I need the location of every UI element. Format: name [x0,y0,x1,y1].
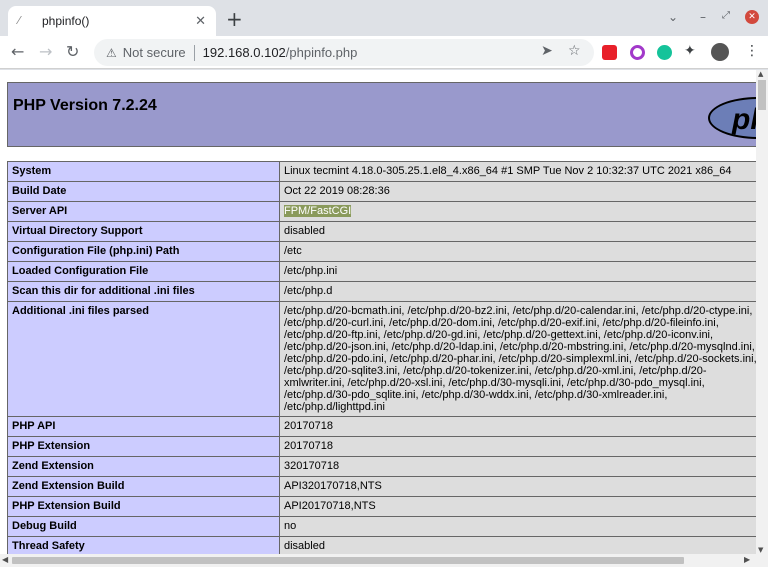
php-logo-text: php [732,103,756,136]
table-row: PHP API 20170718 [7,416,756,437]
table-row: Additional .ini files parsed/etc/php.d/2… [7,301,756,417]
window-close-icon[interactable]: ✕ [745,10,759,24]
row-value: Oct 22 2019 08:28:36 [279,181,756,202]
warning-icon[interactable]: ⚠ [106,46,117,60]
row-value: /etc/php.ini [279,261,756,282]
table-row: PHP Extension 20170718 [7,436,756,457]
row-key: Zend Extension Build [7,476,280,497]
row-value: Linux tecmint 4.18.0-305.25.1.el8_4.x86_… [279,161,756,182]
row-key: Server API [7,201,280,222]
table-row: Virtual Directory Support disabled [7,221,756,242]
menu-kebab-icon[interactable]: ⋮ [745,43,759,59]
row-key: Additional .ini files parsed [7,301,280,417]
row-value: no [279,516,756,537]
tab-search-icon[interactable]: ⌄ [668,10,678,24]
row-value: 20170718 [279,436,756,457]
table-row: Configuration File (php.ini) Path/etc [7,241,756,262]
row-key: Build Date [7,181,280,202]
table-row: Zend Extension 320170718 [7,456,756,477]
page-title: PHP Version 7.2.24 [13,97,157,114]
row-key: Debug Build [7,516,280,537]
grammarly-extension-icon[interactable] [657,45,672,60]
horizontal-scrollbar[interactable]: ◀ ▶ [0,554,768,567]
address-bar[interactable]: ⚠ Not secure 192.168.0.102 /phpinfo.php [94,39,594,66]
table-row: Scan this dir for additional .ini files /… [7,281,756,302]
table-row: Build Date Oct 22 2019 08:28:36 [7,181,756,202]
table-row: Loaded Configuration File/etc/php.ini [7,261,756,282]
row-value: 20170718 [279,416,756,437]
table-row: PHP Extension Build API20170718,NTS [7,496,756,517]
php-logo: php [708,97,756,139]
flipboard-extension-icon[interactable] [602,45,617,60]
tab-close-icon[interactable]: ✕ [195,14,206,29]
table-row: Zend Extension Build API320170718,NTS [7,476,756,497]
send-icon[interactable]: ➤ [541,43,553,59]
row-value: API20170718,NTS [279,496,756,517]
tab-phpinfo[interactable]: ⁄ phpinfo() ✕ [8,6,216,36]
vertical-scrollbar[interactable]: ▲ ▼ [756,70,768,554]
scroll-right-icon[interactable]: ▶ [744,555,750,564]
table-row: Debug Build no [7,516,756,537]
row-key: PHP Extension Build [7,496,280,517]
table-row: System Linux tecmint 4.18.0-305.25.1.el8_… [7,161,756,182]
row-value: FPM/FastCGI [279,201,756,222]
row-key: Thread Safety [7,536,280,554]
row-key: Zend Extension [7,456,280,477]
reload-icon[interactable]: ↻ [66,42,79,62]
row-key: System [7,161,280,182]
row-key: Loaded Configuration File [7,261,280,282]
row-value: disabled [279,221,756,242]
scroll-down-icon[interactable]: ▼ [758,546,763,554]
page-viewport: PHP Version 7.2.24 php SystemLinux tecmi… [0,70,756,554]
php-info-table: System Linux tecmint 4.18.0-305.25.1.el8_… [7,161,756,554]
php-version-header: PHP Version 7.2.24 php [7,82,756,147]
omnibox-divider [193,44,195,61]
row-key: Virtual Directory Support [7,221,280,242]
row-key: PHP API [7,416,280,437]
security-label[interactable]: Not secure [123,45,186,60]
tab-title: phpinfo() [42,14,90,28]
horizontal-scroll-thumb[interactable] [12,557,684,564]
profile-avatar[interactable] [711,43,729,61]
minimize-icon[interactable]: – [700,10,706,24]
row-value: API320170718,NTS [279,476,756,497]
url-host[interactable]: 192.168.0.102 [203,45,286,60]
row-value: disabled [279,536,756,554]
row-value: /etc/php.d/20-bcmath.ini, /etc/php.d/20-… [279,301,756,417]
page-favicon-icon: ⁄ [18,14,20,27]
new-tab-button[interactable]: + [226,9,243,29]
maximize-icon[interactable]: ⤢ [722,10,730,21]
back-icon[interactable]: ← [11,42,24,62]
row-value: /etc [279,241,756,262]
table-row: Thread Safety disabled [7,536,756,554]
extensions-puzzle-icon[interactable]: ✦ [684,43,696,59]
row-key: Configuration File (php.ini) Path [7,241,280,262]
selected-text-highlight: FPM/FastCGI [284,205,352,217]
tab-strip: ⁄ phpinfo() ✕ + ⌄ – ⤢ ✕ [0,0,768,36]
color-extension-icon[interactable] [630,45,645,60]
row-key: Scan this dir for additional .ini files [7,281,280,302]
vertical-scroll-thumb[interactable] [758,80,766,110]
row-key: PHP Extension [7,436,280,457]
url-path[interactable]: /phpinfo.php [286,45,358,60]
forward-icon[interactable]: → [39,42,52,62]
row-value: /etc/php.d [279,281,756,302]
scroll-up-icon[interactable]: ▲ [758,70,763,78]
browser-toolbar: ← → ↻ ⚠ Not secure 192.168.0.102 /phpinf… [0,36,768,69]
bookmark-star-icon[interactable]: ☆ [568,43,581,59]
table-row: Server API FPM/FastCGI [7,201,756,222]
scroll-left-icon[interactable]: ◀ [2,555,8,564]
row-value: 320170718 [279,456,756,477]
